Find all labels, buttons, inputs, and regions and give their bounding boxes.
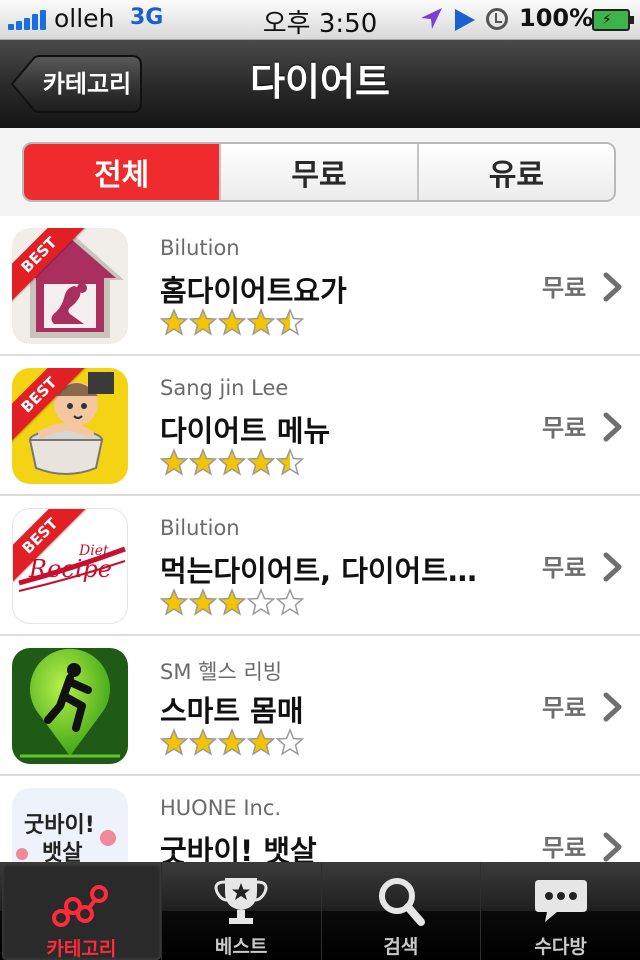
play-icon — [455, 9, 475, 31]
list-item[interactable]: BEST Sang jin Lee 다이어트 메뉴 무료 — [0, 356, 640, 496]
battery-percent: 100% — [519, 4, 594, 32]
app-price: 무료 — [542, 414, 587, 442]
tab-category[interactable]: 카테고리 — [2, 864, 161, 960]
location-arrow-icon — [421, 8, 442, 29]
list-item[interactable]: Diet Recipe BEST Bilution 먹는다이어트, 다이어트… … — [0, 496, 640, 636]
app-name: 굿바이! 뱃살 — [160, 834, 317, 862]
star-full-icon — [247, 448, 275, 476]
star-empty-icon — [247, 588, 275, 616]
battery-icon: ⚡ — [592, 9, 634, 31]
rating-stars — [160, 728, 305, 756]
price-filter-segment: 전체 무료 유료 — [22, 142, 616, 202]
clock-icon — [486, 8, 508, 30]
icon-text-goodbye: 굿바이! — [24, 813, 95, 838]
cook-pot-icon: BEST — [12, 368, 128, 484]
status-bar: olleh 3G 오후 3:50 100% ⚡ — [0, 0, 640, 40]
app-name: 먹는다이어트, 다이어트… — [160, 554, 477, 588]
tab-label: 카테고리 — [46, 938, 117, 960]
app-list[interactable]: BEST Bilution 홈다이어트요가 무료 BEST Sang jin L… — [0, 216, 640, 862]
category-nodes-icon — [52, 885, 109, 927]
star-full-icon — [189, 588, 217, 616]
page-title: 다이어트 — [250, 60, 390, 104]
app-price: 무료 — [542, 554, 587, 582]
app-name: 다이어트 메뉴 — [160, 414, 331, 448]
star-full-icon — [247, 728, 275, 756]
tab-search[interactable]: 검색 — [320, 862, 481, 960]
list-item[interactable]: SM 헬스 리빙 스마트 몸매 무료 — [0, 636, 640, 776]
runner-pin-icon — [12, 648, 128, 764]
tab-label: 수다방 — [534, 936, 587, 958]
app-price: 무료 — [542, 694, 587, 722]
goodbye-belly-icon: 굿바이! 뱃살 — [12, 788, 128, 862]
segment-paid[interactable]: 유료 — [416, 144, 614, 200]
tab-chat[interactable]: 수다방 — [480, 862, 640, 960]
segment-free[interactable]: 무료 — [219, 144, 417, 200]
chevron-right-icon — [603, 552, 622, 582]
yoga-house-icon: BEST — [12, 228, 128, 344]
search-icon — [378, 878, 425, 926]
star-half-icon — [276, 308, 304, 336]
chevron-right-icon — [603, 692, 622, 722]
app-name: 스마트 몸매 — [160, 694, 304, 728]
star-full-icon — [218, 728, 246, 756]
star-full-icon — [218, 448, 246, 476]
tab-label: 검색 — [383, 936, 419, 958]
star-full-icon — [160, 728, 188, 756]
segment-all[interactable]: 전체 — [24, 144, 220, 200]
list-item[interactable]: 굿바이! 뱃살 HUONE Inc. 굿바이! 뱃살 무료 — [0, 776, 640, 862]
app-price: 무료 — [542, 834, 587, 862]
app-developer: Sang jin Lee — [160, 376, 289, 400]
chevron-right-icon — [603, 832, 622, 862]
star-empty-icon — [276, 728, 304, 756]
diet-recipe-icon: Diet Recipe BEST — [12, 508, 128, 624]
tab-bar: 카테고리 베스트 검색 수다방 — [0, 862, 640, 960]
navigation-bar: 카테고리 다이어트 — [0, 40, 640, 128]
star-empty-icon — [276, 588, 304, 616]
star-full-icon — [189, 448, 217, 476]
icon-text-recipe: Recipe — [28, 555, 112, 583]
chevron-right-icon — [603, 272, 622, 302]
star-full-icon — [160, 448, 188, 476]
tab-label: 베스트 — [214, 936, 268, 958]
app-developer: Bilution — [160, 516, 240, 540]
rating-stars — [160, 448, 305, 476]
app-developer: Bilution — [160, 236, 240, 260]
app-price: 무료 — [542, 274, 587, 302]
star-full-icon — [189, 728, 217, 756]
star-half-icon — [276, 448, 304, 476]
list-item[interactable]: BEST Bilution 홈다이어트요가 무료 — [0, 216, 640, 356]
star-full-icon — [218, 588, 246, 616]
rating-stars — [160, 308, 305, 336]
star-full-icon — [247, 308, 275, 336]
chat-bubble-icon — [534, 880, 587, 922]
star-full-icon — [218, 308, 246, 336]
filter-area: 전체 무료 유료 — [0, 128, 640, 216]
app-developer: HUONE Inc. — [160, 796, 282, 820]
star-full-icon — [189, 308, 217, 336]
app-name: 홈다이어트요가 — [160, 274, 347, 308]
rating-stars — [160, 588, 305, 616]
star-full-icon — [160, 308, 188, 336]
star-full-icon — [160, 588, 188, 616]
trophy-star-icon — [214, 878, 268, 924]
tab-best[interactable]: 베스트 — [160, 862, 321, 960]
icon-text-belly: 뱃살 — [42, 841, 82, 862]
chevron-right-icon — [603, 412, 622, 442]
app-developer: SM 헬스 리빙 — [160, 660, 283, 684]
